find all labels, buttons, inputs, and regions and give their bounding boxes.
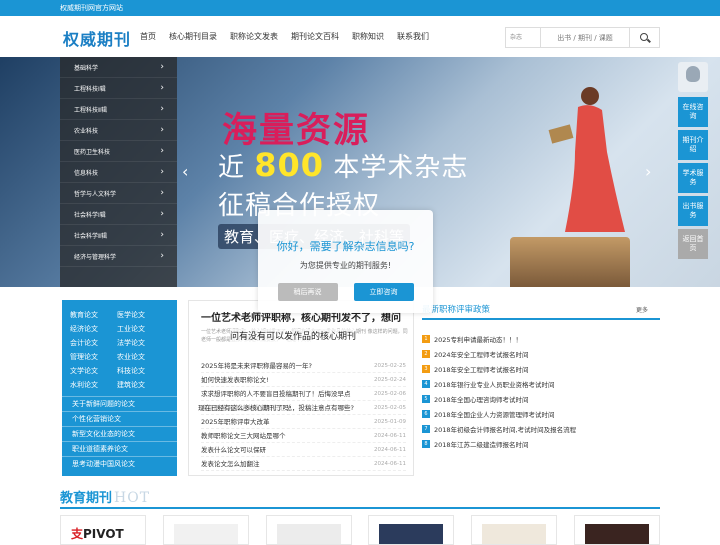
paper-cat-link[interactable]: 医学论文 bbox=[117, 310, 164, 320]
service-avatar-icon bbox=[678, 62, 708, 92]
topic-link[interactable]: 关于新鲜问题的论文 bbox=[62, 396, 177, 411]
paper-cat-link[interactable]: 建筑论文 bbox=[117, 380, 164, 390]
paper-cat-link[interactable]: 教育论文 bbox=[70, 310, 117, 320]
journal-cover[interactable] bbox=[573, 515, 660, 545]
later-button[interactable]: 稍后再说 bbox=[277, 283, 338, 301]
list-item[interactable]: 如何快速发表职称论文! 2025-02-24 bbox=[201, 373, 406, 387]
nav-knowledge[interactable]: 职称知识 bbox=[352, 31, 384, 42]
category-item[interactable]: 哲学与人文科学 › bbox=[60, 183, 177, 204]
policy-more-link[interactable]: 更多 bbox=[636, 305, 648, 314]
scroll-overlay-text-2: 现在已经有这么多核心期刊了吗 bbox=[198, 402, 289, 412]
search-box: 杂志 出书 / 期刊 / 课题 bbox=[505, 27, 660, 48]
journal-cover[interactable] bbox=[265, 515, 352, 545]
search-icon bbox=[640, 33, 648, 41]
list-item[interactable]: 教师职称论文三大网站是哪个 2024-06-11 bbox=[201, 429, 406, 443]
list-item[interactable]: 8 2018年江苏二级建造师报名时间 bbox=[422, 436, 660, 451]
paper-cat-link[interactable]: 水利论文 bbox=[70, 380, 117, 390]
article-list: 2025年将是未来评职称最容易的一年? 2025-02-25 如何快速发表职称论文… bbox=[201, 359, 406, 471]
banner-line2: 近 800 本学术杂志 bbox=[218, 146, 469, 184]
list-item[interactable]: 7 2018年初级会计师报名时间,考试时间及报名流程 bbox=[422, 421, 660, 436]
topic-link[interactable]: 新型文化业态的论文 bbox=[62, 426, 177, 441]
paper-cat-link[interactable]: 会计论文 bbox=[70, 338, 117, 348]
journal-cover[interactable] bbox=[368, 515, 455, 545]
back-home-button[interactable]: 返回首页 bbox=[678, 229, 708, 259]
popup-subtitle: 为您提供专业的期刊服务! bbox=[299, 261, 392, 270]
list-item[interactable]: 发表论文怎么加翻注 2024-06-11 bbox=[201, 457, 406, 471]
category-item[interactable]: 社会科学Ⅱ辑 › bbox=[60, 225, 177, 246]
category-item[interactable]: 基础科学 › bbox=[60, 57, 177, 78]
top-bar: 权威期刊网官方网站 bbox=[0, 0, 720, 16]
paper-cat-link[interactable]: 经济论文 bbox=[70, 324, 117, 334]
consult-now-button[interactable]: 立即咨询 bbox=[353, 283, 414, 301]
category-menu: 基础科学 › 工程科技Ⅰ辑 › 工程科技Ⅱ辑 › 农业科技 › 医药卫生科技 › 信息科技… bbox=[60, 57, 177, 287]
category-item[interactable]: 工程科技Ⅰ辑 › bbox=[60, 78, 177, 99]
topic-link[interactable]: 思考动漫中国风论文 bbox=[62, 456, 177, 471]
paper-cat-link[interactable]: 农业论文 bbox=[117, 352, 164, 362]
category-item[interactable]: 社会科学Ⅰ辑 › bbox=[60, 204, 177, 225]
category-item[interactable]: 经济与管理科学 › bbox=[60, 246, 177, 267]
list-item[interactable]: 2025年将是未来评职称最容易的一年? 2025-02-25 bbox=[201, 359, 406, 373]
nav-home[interactable]: 首页 bbox=[140, 31, 156, 42]
nav-core-journals[interactable]: 核心期刊目录 bbox=[169, 31, 217, 42]
list-item[interactable]: 5 2018年全国心理咨询师考试时间 bbox=[422, 391, 660, 406]
search-button[interactable] bbox=[629, 28, 659, 47]
category-item[interactable]: 农业科技 › bbox=[60, 120, 177, 141]
category-item[interactable]: 工程科技Ⅱ辑 › bbox=[60, 99, 177, 120]
list-item[interactable]: 2025年职称评审大改革 2025-01-09 bbox=[201, 415, 406, 429]
paper-cat-link[interactable]: 文学论文 bbox=[70, 366, 117, 376]
list-item[interactable]: 发表什么论文可以保研 2024-06-11 bbox=[201, 443, 406, 457]
floating-sidebar: 在线咨询 期刊介绍 学术服务 出书服务 返回首页 bbox=[678, 62, 708, 262]
scroll-overlay-text: 问有没有可以发作品的核心期刊 bbox=[230, 329, 357, 342]
banner-prev-icon[interactable]: ‹ bbox=[182, 162, 188, 181]
edu-section-title: 教育期刊 bbox=[60, 491, 113, 506]
list-item[interactable]: 2 2024年安全工程师考试报名时间 bbox=[422, 346, 660, 361]
search-input[interactable]: 出书 / 期刊 / 课题 bbox=[541, 33, 629, 43]
edu-hot-label: HOT bbox=[114, 490, 151, 506]
journal-cover[interactable]: 支PIVOT bbox=[60, 515, 146, 545]
banner-next-icon[interactable]: › bbox=[645, 162, 651, 181]
topic-link[interactable]: 职业道德素养论文 bbox=[62, 441, 177, 456]
paper-cat-link[interactable]: 管理论文 bbox=[70, 352, 117, 362]
article-panel: 一位艺术老师评职称，核心期刊发不了，想问 一位艺术老师评职称，核心期刊发不了，想… bbox=[188, 300, 414, 476]
book-stack-illustration bbox=[510, 237, 630, 287]
journal-cover[interactable] bbox=[471, 515, 558, 545]
book-service-button[interactable]: 出书服务 bbox=[678, 196, 708, 226]
popup-title: 你好，需要了解杂志信息吗? bbox=[276, 240, 415, 253]
paper-category-box: 教育论文 医学论文 经济论文 工业论文 会计论文 法学论文 管理论文 农业论文 … bbox=[62, 300, 177, 476]
journal-cover[interactable] bbox=[162, 515, 249, 545]
nav-paper-publish[interactable]: 职称论文发表 bbox=[230, 31, 278, 42]
site-logo[interactable]: 权威期刊 bbox=[63, 26, 131, 50]
paper-cat-link[interactable]: 科技论文 bbox=[117, 366, 164, 376]
category-item[interactable]: 医药卫生科技 › bbox=[60, 141, 177, 162]
edu-section-header: 教育期刊 HOT bbox=[60, 487, 660, 509]
nav-contact[interactable]: 联系我们 bbox=[397, 31, 429, 42]
consult-popup: 你好，需要了解杂志信息吗? 为您提供专业的期刊服务! 稍后再说 立即咨询 bbox=[258, 210, 433, 313]
paper-cat-link[interactable]: 工业论文 bbox=[117, 324, 164, 334]
reading-woman-illustration bbox=[548, 87, 625, 232]
nav-encyclopedia[interactable]: 期刊论文百科 bbox=[291, 31, 339, 42]
policy-panel: 最新职称评审政策 更多 1 2025专利申请最新动态！！！ 2 2024年安全工程师考… bbox=[422, 300, 660, 476]
topic-link[interactable]: 个性化营销论文 bbox=[62, 411, 177, 426]
main-nav: 首页 核心期刊目录 职称论文发表 期刊论文百科 职称知识 联系我们 bbox=[140, 31, 442, 42]
journal-intro-button[interactable]: 期刊介绍 bbox=[678, 130, 708, 160]
academic-service-button[interactable]: 学术服务 bbox=[678, 163, 708, 193]
list-item[interactable]: 6 2018年全国企业人力资源管理师考试时间 bbox=[422, 406, 660, 421]
list-item[interactable]: 求求想评职称的人不要盲目投稿期刊了！后悔没早点 2025-02-06 bbox=[201, 387, 406, 401]
search-type-select[interactable]: 杂志 bbox=[506, 28, 541, 47]
category-item[interactable]: 信息科技 › bbox=[60, 162, 177, 183]
list-item[interactable]: 4 2018年银行业专业人员职业资格考试时间 bbox=[422, 376, 660, 391]
list-item[interactable]: 3 2018年安全工程师考试报名时间 bbox=[422, 361, 660, 376]
top-bar-text: 权威期刊网官方网站 bbox=[60, 4, 123, 12]
paper-cat-link[interactable]: 法学论文 bbox=[117, 338, 164, 348]
list-item[interactable]: 1 2025专利申请最新动态！！！ bbox=[422, 331, 660, 346]
journal-covers: 支PIVOT bbox=[60, 515, 660, 545]
online-consult-button[interactable]: 在线咨询 bbox=[678, 97, 708, 127]
